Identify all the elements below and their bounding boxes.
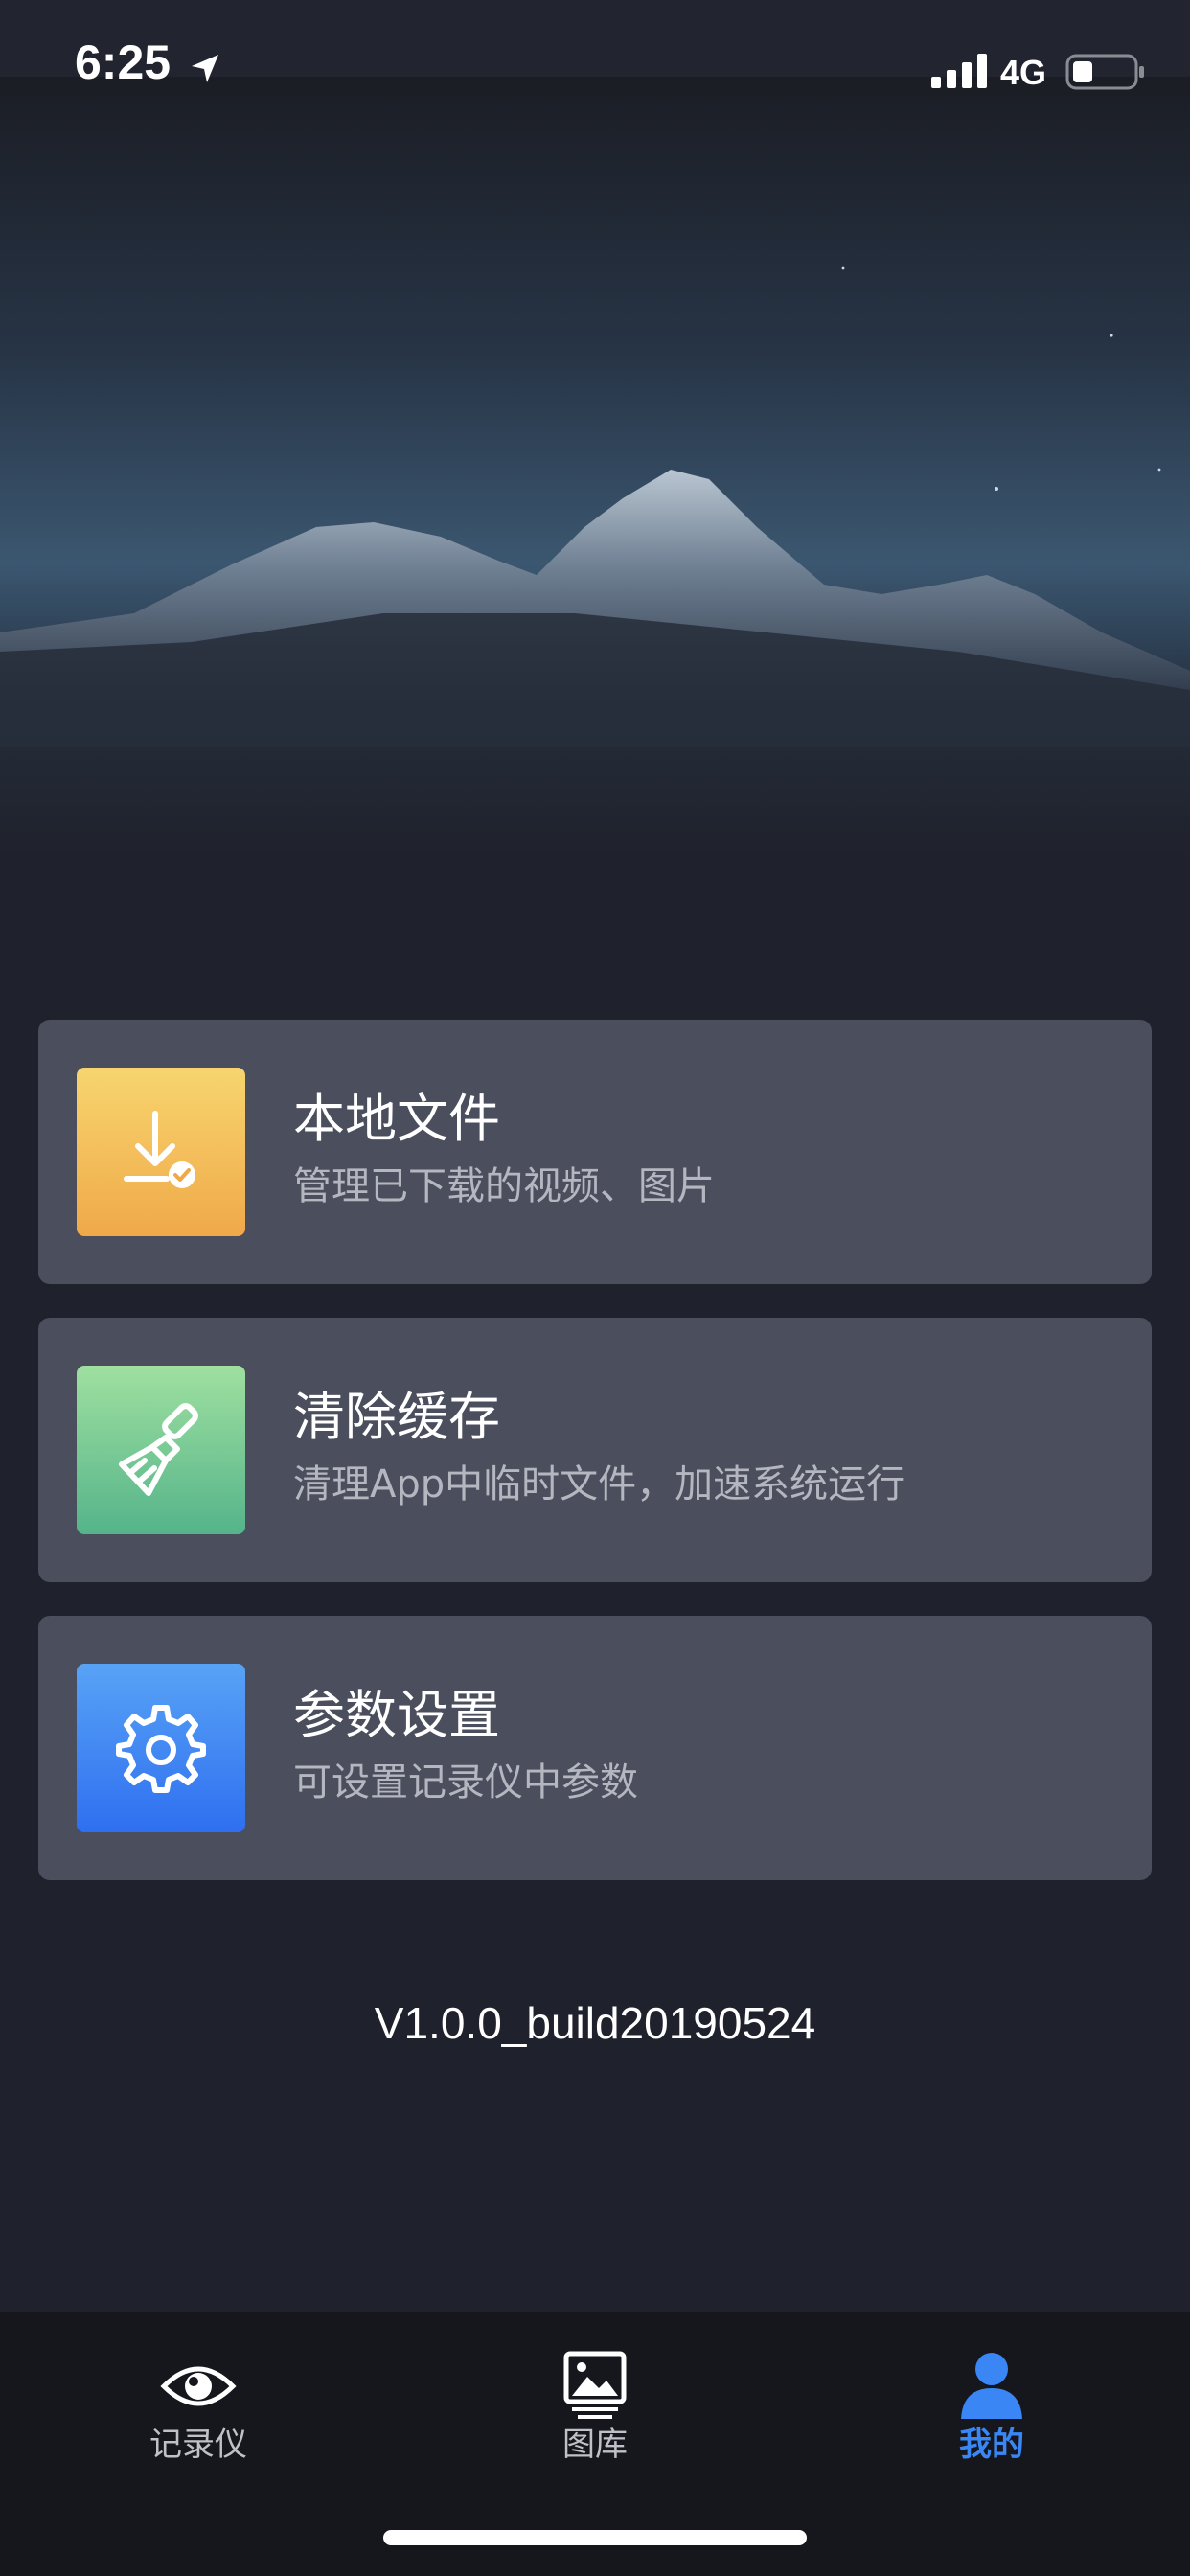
tab-gallery[interactable]: 图库 [397, 2312, 793, 2503]
broom-icon [77, 1366, 245, 1534]
menu-item-subtitle: 清理App中临时文件，加速系统运行 [293, 1462, 905, 1506]
home-indicator[interactable] [383, 2530, 807, 2545]
status-bar: 6:25 4G [0, 0, 1190, 90]
battery-icon [1065, 54, 1144, 90]
menu-item-title: 本地文件 [293, 1089, 500, 1149]
screen: 6:25 4G 本地文件 管理已下载的视频、图片 清除缓存 清理App中临时文件… [0, 0, 1190, 2576]
user-icon [961, 2353, 1022, 2419]
status-time: 6:25 [75, 35, 172, 89]
menu-item-clear-cache[interactable]: 清除缓存 清理App中临时文件，加速系统运行 [38, 1318, 1152, 1582]
menu-item-subtitle: 可设置记录仪中参数 [293, 1760, 638, 1805]
tab-label: 我的 [959, 2426, 1024, 2464]
location-arrow-icon [192, 55, 218, 82]
hero-mountain-image [0, 77, 1190, 862]
tab-label: 图库 [562, 2426, 628, 2464]
download-check-icon [77, 1068, 245, 1236]
tab-recorder[interactable]: 记录仪 [0, 2312, 397, 2503]
tab-mine[interactable]: 我的 [793, 2312, 1190, 2503]
eye-icon [160, 2366, 237, 2406]
network-type: 4G [1000, 53, 1047, 92]
menu-item-subtitle: 管理已下载的视频、图片 [293, 1164, 715, 1208]
menu-item-settings[interactable]: 参数设置 可设置记录仪中参数 [38, 1616, 1152, 1880]
gallery-icon [563, 2351, 627, 2419]
menu-item-title: 清除缓存 [293, 1387, 500, 1447]
menu-item-title: 参数设置 [293, 1685, 500, 1745]
version-label: V1.0.0_build20190524 [374, 1998, 816, 2048]
tab-label: 记录仪 [149, 2426, 247, 2464]
signal-icon [931, 54, 987, 88]
gear-icon [77, 1664, 245, 1832]
menu-item-local-files[interactable]: 本地文件 管理已下载的视频、图片 [38, 1020, 1152, 1284]
